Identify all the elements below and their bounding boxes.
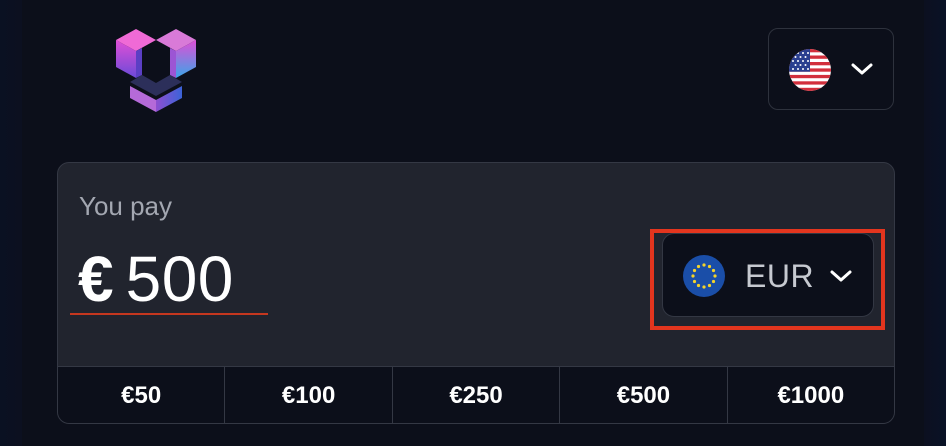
us-flag-icon bbox=[789, 49, 831, 91]
amount-value: 500 bbox=[125, 243, 234, 315]
cube-logo-icon bbox=[116, 29, 196, 112]
pay-card: You pay € 500 EUR €50 €100 €250 €500 €10… bbox=[57, 162, 895, 424]
currency-selector[interactable]: EUR bbox=[662, 233, 874, 317]
eu-flag-icon bbox=[683, 255, 725, 297]
right-edge bbox=[924, 0, 946, 446]
preset-1000-button[interactable]: €1000 bbox=[726, 367, 894, 423]
preset-250-button[interactable]: €250 bbox=[391, 367, 559, 423]
amount-underline bbox=[70, 313, 268, 315]
currency-code: EUR bbox=[745, 258, 815, 294]
you-pay-label: You pay bbox=[79, 191, 173, 221]
preset-amounts: €50 €100 €250 €500 €1000 bbox=[58, 366, 894, 423]
currency-symbol: € bbox=[78, 243, 114, 315]
amount-input[interactable]: € 500 bbox=[78, 239, 234, 319]
chevron-down-icon bbox=[851, 63, 873, 75]
preset-500-button[interactable]: €500 bbox=[559, 367, 726, 423]
language-selector[interactable] bbox=[768, 28, 894, 110]
left-edge bbox=[0, 0, 22, 446]
preset-50-button[interactable]: €50 bbox=[58, 367, 224, 423]
chevron-down-icon bbox=[830, 270, 852, 282]
preset-100-button[interactable]: €100 bbox=[224, 367, 391, 423]
